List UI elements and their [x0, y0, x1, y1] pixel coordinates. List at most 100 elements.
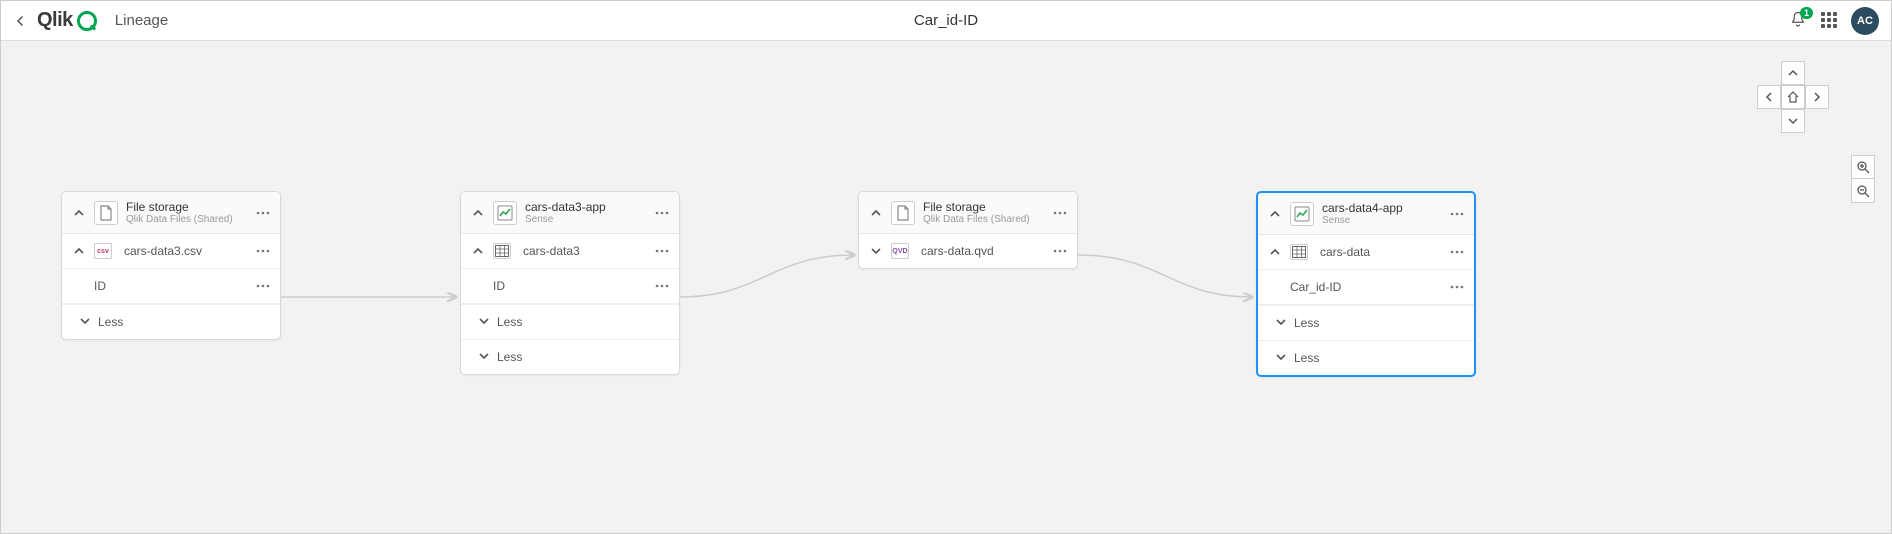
node-type-icon: [94, 201, 118, 225]
expand-toggle[interactable]: [70, 242, 88, 260]
page-title: Car_id-ID: [914, 12, 978, 29]
less-label: Less: [497, 350, 522, 364]
lineage-node[interactable]: cars-data4-appSense cars-data Car_id-ID Les…: [1256, 191, 1476, 377]
item-more-button[interactable]: [254, 242, 272, 260]
item-more-button[interactable]: [653, 242, 671, 260]
app-header: Qlik Lineage Car_id-ID 1 AC: [1, 1, 1891, 41]
field-more-button[interactable]: [1448, 278, 1466, 296]
node-title: cars-data3-app: [525, 200, 653, 214]
node-subtitle: Sense: [1322, 215, 1448, 226]
node-item-row[interactable]: cars-data: [1258, 235, 1474, 270]
expand-toggle[interactable]: [469, 242, 487, 260]
node-more-button[interactable]: [653, 204, 671, 222]
less-toggle[interactable]: Less: [1258, 305, 1474, 340]
more-icon: [1450, 285, 1464, 289]
logo-mark-icon: [77, 11, 97, 31]
table-small-icon: [1290, 244, 1308, 260]
zoom-out-icon: [1856, 184, 1870, 198]
node-item-label: cars-data: [1316, 245, 1448, 259]
chevron-down-icon: [479, 315, 489, 329]
node-field-row[interactable]: ID: [461, 269, 679, 304]
chevron-down-icon: [80, 315, 90, 329]
user-avatar[interactable]: AC: [1851, 7, 1879, 35]
file-icon: [98, 205, 114, 221]
collapse-toggle[interactable]: [70, 204, 88, 222]
node-item-row[interactable]: csvcars-data3.csv: [62, 234, 280, 269]
qlik-logo: Qlik: [37, 9, 97, 32]
collapse-toggle[interactable]: [469, 204, 487, 222]
expand-toggle[interactable]: [867, 242, 885, 260]
page-label: Lineage: [115, 12, 168, 29]
node-title: File storage: [126, 200, 254, 214]
less-label: Less: [497, 315, 522, 329]
zoom-out-button[interactable]: [1851, 179, 1875, 203]
notification-count-badge: 1: [1800, 7, 1813, 19]
more-icon: [256, 211, 270, 215]
chevron-down-icon: [479, 350, 489, 364]
more-icon: [256, 249, 270, 253]
less-toggle[interactable]: Less: [461, 339, 679, 374]
node-subtitle: Qlik Data Files (Shared): [923, 214, 1051, 225]
node-field-row[interactable]: ID: [62, 269, 280, 304]
pan-down-button[interactable]: [1781, 109, 1805, 133]
node-more-button[interactable]: [1051, 204, 1069, 222]
node-header: File storageQlik Data Files (Shared): [859, 192, 1077, 234]
field-more-button[interactable]: [254, 277, 272, 295]
expand-toggle[interactable]: [1266, 243, 1284, 261]
node-item-label: cars-data3: [519, 244, 653, 258]
file-icon: [895, 205, 911, 221]
logo-text: Qlik: [37, 9, 73, 32]
apps-grid-button[interactable]: [1821, 12, 1839, 30]
qvd-icon: QVD: [891, 243, 909, 259]
more-icon: [655, 249, 669, 253]
connectors: [1, 41, 1891, 533]
lineage-canvas[interactable]: File storageQlik Data Files (Shared)csvc…: [1, 41, 1891, 533]
collapse-toggle[interactable]: [867, 204, 885, 222]
more-icon: [655, 211, 669, 215]
item-more-button[interactable]: [1448, 243, 1466, 261]
zoom-in-button[interactable]: [1851, 155, 1875, 179]
back-button[interactable]: [13, 13, 29, 29]
lineage-node[interactable]: File storageQlik Data Files (Shared)csvc…: [61, 191, 281, 340]
less-label: Less: [98, 315, 123, 329]
node-type-icon: [891, 201, 915, 225]
node-field-row[interactable]: Car_id-ID: [1258, 270, 1474, 305]
node-type-icon: [493, 201, 517, 225]
item-more-button[interactable]: [1051, 242, 1069, 260]
node-item-row[interactable]: QVD cars-data.qvd: [859, 234, 1077, 268]
table-small-icon: [493, 243, 511, 259]
more-icon: [1450, 212, 1464, 216]
node-subtitle: Qlik Data Files (Shared): [126, 214, 254, 225]
more-icon: [1053, 249, 1067, 253]
header-right: 1 AC: [1789, 7, 1879, 35]
node-more-button[interactable]: [254, 204, 272, 222]
pan-controls: [1757, 61, 1829, 133]
field-more-button[interactable]: [653, 277, 671, 295]
node-header: cars-data3-appSense: [461, 192, 679, 234]
pan-right-button[interactable]: [1805, 85, 1829, 109]
lineage-node[interactable]: File storageQlik Data Files (Shared) QVD c…: [858, 191, 1078, 269]
node-item-row[interactable]: cars-data3: [461, 234, 679, 269]
node-more-button[interactable]: [1448, 205, 1466, 223]
node-type-icon: [1290, 202, 1314, 226]
node-item-label: cars-data3.csv: [120, 244, 254, 258]
pan-up-button[interactable]: [1781, 61, 1805, 85]
more-icon: [1450, 250, 1464, 254]
lineage-node[interactable]: cars-data3-appSense cars-data3 ID Less Less: [460, 191, 680, 375]
node-header: File storageQlik Data Files (Shared): [62, 192, 280, 234]
less-toggle[interactable]: Less: [62, 304, 280, 339]
collapse-toggle[interactable]: [1266, 205, 1284, 223]
more-icon: [1053, 211, 1067, 215]
less-label: Less: [1294, 316, 1319, 330]
less-toggle[interactable]: Less: [461, 304, 679, 339]
chart-icon: [497, 205, 513, 221]
notifications-button[interactable]: 1: [1789, 11, 1809, 31]
more-icon: [655, 284, 669, 288]
node-item-label: cars-data.qvd: [917, 244, 1051, 258]
pan-left-button[interactable]: [1757, 85, 1781, 109]
node-field-label: Car_id-ID: [1286, 280, 1448, 294]
node-header: cars-data4-appSense: [1258, 193, 1474, 235]
pan-home-button[interactable]: [1781, 85, 1805, 109]
node-field-label: ID: [489, 279, 653, 293]
less-toggle[interactable]: Less: [1258, 340, 1474, 375]
